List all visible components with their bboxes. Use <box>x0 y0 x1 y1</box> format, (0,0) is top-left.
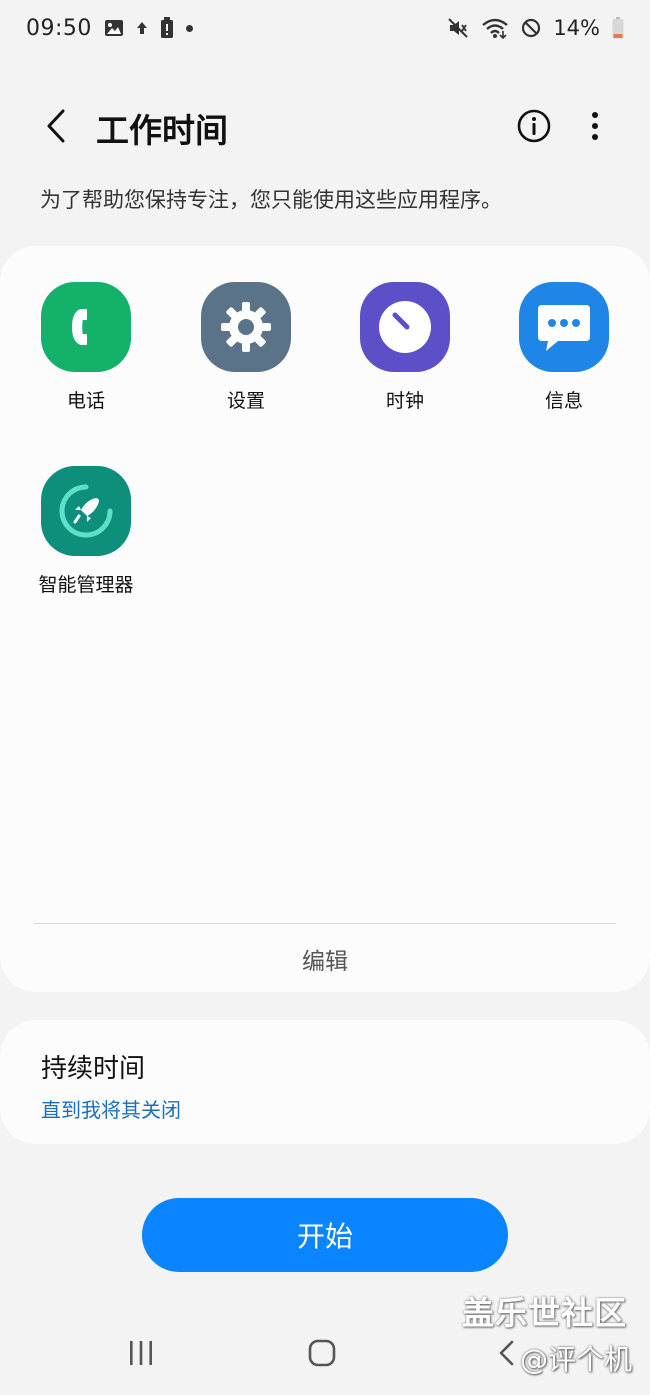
page-description: 为了帮助您保持专注，您只能使用这些应用程序。 <box>40 188 502 212</box>
status-bar-left: 09:50 <box>26 16 193 41</box>
status-time: 09:50 <box>26 15 92 41</box>
gallery-icon <box>104 19 124 37</box>
recents-button[interactable] <box>126 1340 156 1370</box>
duration-title: 持续时间 <box>41 1054 146 1084</box>
duration-card[interactable]: 持续时间 直到我将其关闭 <box>0 1020 650 1144</box>
battery-icon <box>612 17 624 39</box>
message-icon <box>519 282 609 372</box>
battery-alert-icon <box>160 17 174 39</box>
home-button[interactable] <box>307 1339 337 1371</box>
recents-icon <box>127 1340 155 1370</box>
header: 工作时间 <box>0 96 650 160</box>
app-label: 信息 <box>544 390 583 412</box>
do-not-disturb-icon <box>521 18 541 38</box>
phone-icon <box>41 282 131 372</box>
back-icon <box>497 1339 515 1371</box>
allowed-apps-card: 电话 设置 时钟 信息 智能管理器 编辑 <box>0 246 650 992</box>
app-clock[interactable]: 时钟 <box>335 282 475 413</box>
upload-arrow-icon <box>136 20 148 36</box>
status-bar: 09:50 14% <box>0 0 650 56</box>
clock-icon <box>360 282 450 372</box>
gear-icon <box>201 282 291 372</box>
rocket-icon <box>41 466 131 556</box>
app-smart-manager[interactable]: 智能管理器 <box>16 466 156 597</box>
page-title: 工作时间 <box>96 111 228 150</box>
info-icon <box>517 109 551 147</box>
edit-button[interactable]: 编辑 <box>0 926 650 992</box>
battery-percent: 14% <box>553 16 600 40</box>
more-options-button[interactable] <box>578 106 612 150</box>
duration-value: 直到我将其关闭 <box>41 1098 181 1122</box>
status-bar-right: 14% <box>447 16 624 40</box>
home-icon <box>308 1339 336 1371</box>
card-divider <box>34 923 616 924</box>
more-vertical-icon <box>591 111 599 145</box>
app-settings[interactable]: 设置 <box>176 282 316 413</box>
mute-icon <box>447 17 469 39</box>
app-label: 智能管理器 <box>38 574 134 596</box>
back-arrow-icon <box>45 108 67 148</box>
app-label: 电话 <box>66 390 105 412</box>
start-button[interactable]: 开始 <box>142 1198 508 1272</box>
wifi-icon <box>481 17 509 39</box>
navigation-bar <box>0 1320 650 1395</box>
notification-dot-icon <box>185 24 193 32</box>
nav-back-button[interactable] <box>494 1340 518 1370</box>
app-messages[interactable]: 信息 <box>494 282 634 413</box>
app-phone[interactable]: 电话 <box>16 282 156 413</box>
info-button[interactable] <box>514 108 554 148</box>
app-label: 时钟 <box>385 390 424 412</box>
back-button[interactable] <box>36 106 76 150</box>
app-label: 设置 <box>226 390 265 412</box>
